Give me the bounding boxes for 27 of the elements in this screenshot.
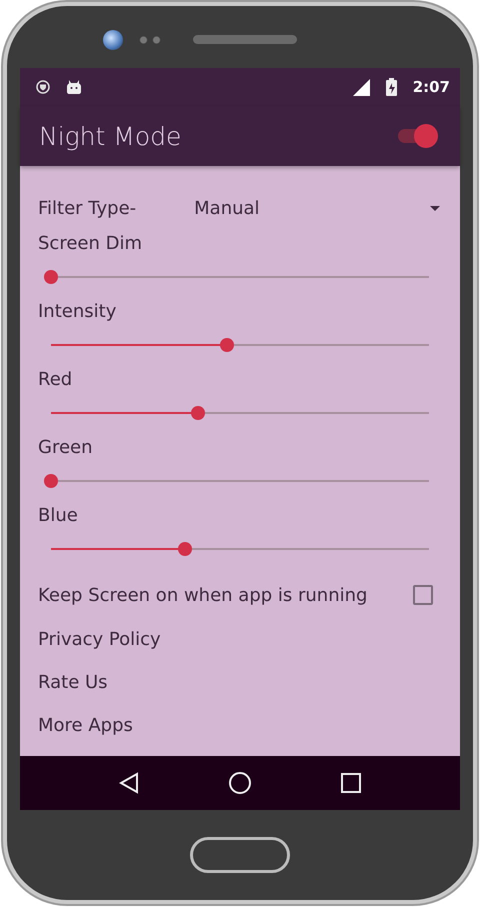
slider-label: Intensity xyxy=(38,300,116,322)
camera-icon xyxy=(103,30,123,50)
menu-link[interactable]: More Apps xyxy=(38,704,133,747)
slider-label: Screen Dim xyxy=(38,232,142,254)
night-mode-switch[interactable] xyxy=(396,124,438,148)
filter-type-label: Filter Type- xyxy=(38,198,136,218)
recents-icon[interactable] xyxy=(341,773,362,793)
battery-icon xyxy=(386,78,397,96)
keep-screen-label: Keep Screen on when app is running xyxy=(38,584,368,606)
shield-icon xyxy=(36,80,50,94)
sensor-icon xyxy=(137,36,163,44)
filter-type-dropdown[interactable]: Manual xyxy=(194,192,442,224)
menu-link[interactable]: Privacy Policy xyxy=(38,618,161,661)
slider-label: Blue xyxy=(38,504,78,526)
signal-icon xyxy=(352,78,370,96)
slider-label: Green xyxy=(38,436,93,458)
caret-icon xyxy=(430,206,440,210)
menu-link[interactable]: Rate Us xyxy=(38,661,108,704)
status-time: 2:07 xyxy=(412,78,450,96)
back-icon[interactable] xyxy=(118,772,139,794)
home-button[interactable] xyxy=(190,837,290,873)
home-icon[interactable] xyxy=(228,771,252,795)
app-title: Night Mode xyxy=(39,122,182,150)
robot-icon xyxy=(66,80,82,94)
speaker-icon xyxy=(193,35,297,44)
slider-label: Red xyxy=(38,368,72,390)
keep-screen-checkbox[interactable] xyxy=(413,585,433,605)
